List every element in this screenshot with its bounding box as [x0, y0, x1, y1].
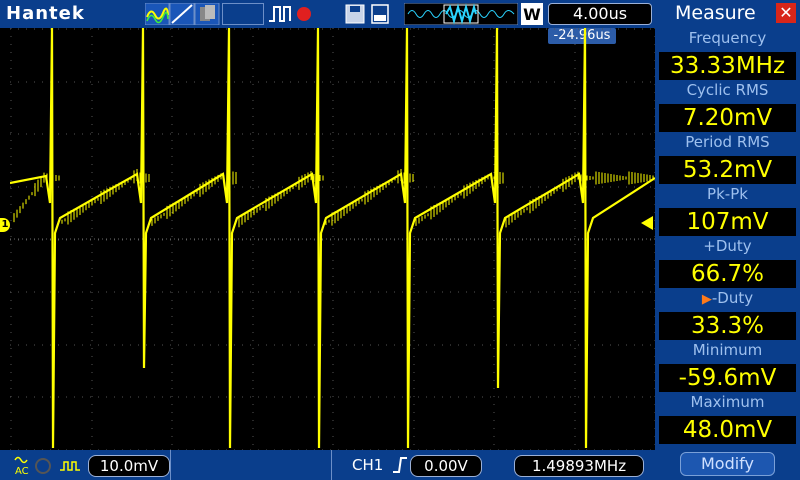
measure-value-cyclic-rms: 7.20mV	[659, 104, 796, 132]
selected-arrow-icon: ▶	[701, 292, 712, 307]
bottom-status-bar: AC 10.0mV CH1 0.00V 1.49893MHz	[0, 450, 655, 480]
measure-value-maximum: 48.0mV	[659, 416, 796, 444]
status-box	[222, 3, 264, 25]
measure-label-maximum: Maximum	[690, 393, 765, 411]
volts-per-div-readout[interactable]: 10.0mV	[88, 455, 170, 477]
measure-label-period-rms: Period RMS	[685, 133, 770, 151]
coupling-icons[interactable]: AC	[12, 454, 86, 478]
trace-path	[10, 28, 655, 449]
waveform-display[interactable]	[10, 28, 655, 450]
top-toolbar: Hantek W 4.00us	[0, 0, 655, 28]
rising-edge-icon	[393, 457, 407, 473]
acquire-mode-icon[interactable]	[145, 3, 221, 25]
measure-value-pk-pk: 107mV	[659, 208, 796, 236]
measure-label-cyclic-rms: Cyclic RMS	[686, 81, 769, 99]
close-icon[interactable]: ✕	[776, 3, 796, 23]
minus-duty-label-text: -Duty	[711, 289, 754, 307]
measure-value-period-rms: 53.2mV	[659, 156, 796, 184]
measure-label-frequency: Frequency	[688, 29, 767, 47]
channel-1-trace	[10, 28, 655, 449]
channel-1-marker[interactable]: 1	[0, 218, 10, 232]
measure-value-minimum: -59.6mV	[659, 364, 796, 392]
measure-label-pk-pk: Pk-Pk	[707, 185, 748, 203]
window-mode-icon[interactable]: W	[521, 3, 543, 25]
measure-label-minimum: Minimum	[692, 341, 763, 359]
measure-label-plus-duty: +Duty	[703, 237, 752, 255]
svg-text:AC: AC	[15, 466, 29, 477]
svg-text:W: W	[523, 5, 541, 24]
measure-panel: Measure ✕ Frequency 33.33MHz Cyclic RMS …	[655, 0, 800, 480]
measure-value-minus-duty: 33.3%	[659, 312, 796, 340]
trigger-channel-label: CH1	[352, 456, 384, 474]
measure-label-minus-duty[interactable]: ▶-Duty	[655, 289, 800, 307]
modify-button[interactable]: Modify	[680, 452, 775, 476]
trigger-frequency-readout: 1.49893MHz	[514, 455, 644, 477]
brand-logo: Hantek	[6, 3, 85, 24]
channel-slot	[170, 450, 332, 480]
timebase-readout[interactable]: 4.00us	[548, 3, 652, 25]
measure-value-plus-duty: 66.7%	[659, 260, 796, 288]
measure-value-frequency: 33.33MHz	[659, 52, 796, 80]
run-stop-icon[interactable]	[268, 3, 324, 25]
save-icon[interactable]	[344, 3, 396, 25]
trigger-level-readout[interactable]: 0.00V	[410, 455, 482, 477]
measure-header: Measure ✕	[655, 0, 800, 28]
memory-depth-icon	[404, 3, 518, 25]
trigger-level-marker[interactable]	[641, 216, 653, 230]
measure-title: Measure	[675, 2, 756, 24]
